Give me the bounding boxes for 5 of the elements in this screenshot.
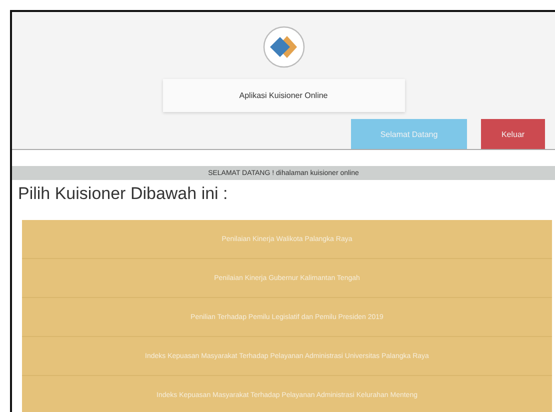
logout-button[interactable]: Keluar [481, 119, 545, 149]
diamond-logo-icon [262, 26, 304, 68]
section-heading: Pilih Kuisioner Dibawah ini : [17, 183, 229, 205]
welcome-button[interactable]: Selamat Datang [351, 119, 467, 149]
app-title: Aplikasi Kuisioner Online [162, 79, 404, 112]
